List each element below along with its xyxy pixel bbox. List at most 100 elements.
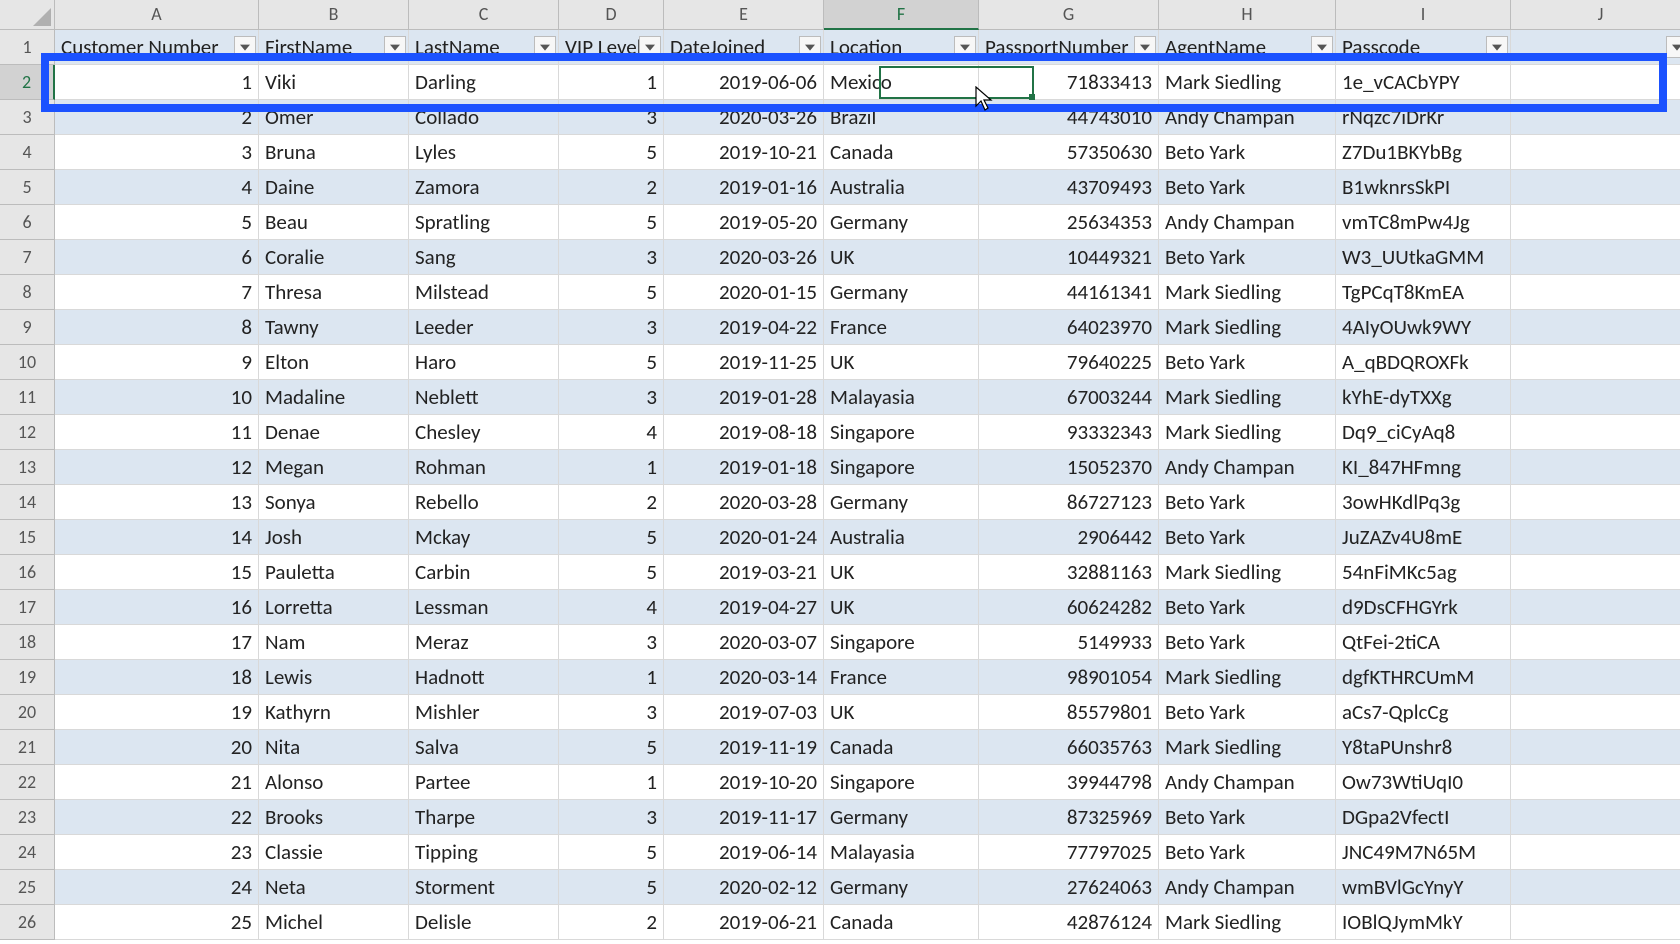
cell-I26[interactable]: IOBlQJymMkY [1336,905,1511,940]
row-header-3[interactable]: 3 [0,100,55,135]
cell-I18[interactable]: QtFei-2tiCA [1336,625,1511,660]
cell-C4[interactable]: Lyles [409,135,559,170]
cell-F5[interactable]: Australia [824,170,979,205]
column-header-E[interactable]: E [664,0,824,30]
cell-G21[interactable]: 66035763 [979,730,1159,765]
cell-B9[interactable]: Tawny [259,310,409,345]
cell-J3[interactable] [1511,100,1680,135]
cell-I2[interactable]: 1e_vCACbYPY [1336,65,1511,100]
cell-E11[interactable]: 2019-01-28 [664,380,824,415]
cell-F6[interactable]: Germany [824,205,979,240]
cell-D14[interactable]: 2 [559,485,664,520]
cell-B13[interactable]: Megan [259,450,409,485]
cell-A14[interactable]: 13 [55,485,259,520]
cell-D5[interactable]: 2 [559,170,664,205]
cell-B20[interactable]: Kathyrn [259,695,409,730]
cell-A25[interactable]: 24 [55,870,259,905]
row-header-13[interactable]: 13 [0,450,55,485]
column-header-H[interactable]: H [1159,0,1336,30]
cell-H24[interactable]: Beto Yark [1159,835,1336,870]
cell-H4[interactable]: Beto Yark [1159,135,1336,170]
header-cell-E[interactable]: DateJoined [664,30,824,65]
cell-A22[interactable]: 21 [55,765,259,800]
cell-I16[interactable]: 54nFiMKc5ag [1336,555,1511,590]
cell-D2[interactable]: 1 [559,65,664,100]
cell-H17[interactable]: Beto Yark [1159,590,1336,625]
header-cell-A[interactable]: Customer Number [55,30,259,65]
cell-B4[interactable]: Bruna [259,135,409,170]
cell-A23[interactable]: 22 [55,800,259,835]
cell-I8[interactable]: TgPCqT8KmEA [1336,275,1511,310]
cell-E9[interactable]: 2019-04-22 [664,310,824,345]
cell-B23[interactable]: Brooks [259,800,409,835]
cell-C22[interactable]: Partee [409,765,559,800]
cell-C3[interactable]: Collado [409,100,559,135]
cell-B12[interactable]: Denae [259,415,409,450]
cell-F12[interactable]: Singapore [824,415,979,450]
cell-G2[interactable]: 71833413 [979,65,1159,100]
cell-J24[interactable] [1511,835,1680,870]
cell-G8[interactable]: 44161341 [979,275,1159,310]
column-header-D[interactable]: D [559,0,664,30]
cell-I23[interactable]: DGpa2VfectI [1336,800,1511,835]
cell-F3[interactable]: Brazil [824,100,979,135]
cell-B26[interactable]: Michel [259,905,409,940]
cell-B8[interactable]: Thresa [259,275,409,310]
cell-I9[interactable]: 4AIyOUwk9WY [1336,310,1511,345]
cell-G4[interactable]: 57350630 [979,135,1159,170]
cell-D20[interactable]: 3 [559,695,664,730]
row-header-15[interactable]: 15 [0,520,55,555]
header-cell-I[interactable]: Passcode [1336,30,1511,65]
cell-C26[interactable]: Delisle [409,905,559,940]
cell-C8[interactable]: Milstead [409,275,559,310]
cell-B18[interactable]: Nam [259,625,409,660]
header-cell-J[interactable] [1511,30,1680,65]
cell-J4[interactable] [1511,135,1680,170]
cell-J23[interactable] [1511,800,1680,835]
cell-C24[interactable]: Tipping [409,835,559,870]
header-cell-G[interactable]: PassportNumber [979,30,1159,65]
cell-D18[interactable]: 3 [559,625,664,660]
cell-C9[interactable]: Leeder [409,310,559,345]
cell-G9[interactable]: 64023970 [979,310,1159,345]
cell-E13[interactable]: 2019-01-18 [664,450,824,485]
cell-J9[interactable] [1511,310,1680,345]
cell-G20[interactable]: 85579801 [979,695,1159,730]
cell-I10[interactable]: A_qBDQROXFk [1336,345,1511,380]
cell-C6[interactable]: Spratling [409,205,559,240]
cell-D3[interactable]: 3 [559,100,664,135]
cell-B6[interactable]: Beau [259,205,409,240]
cell-J22[interactable] [1511,765,1680,800]
header-cell-D[interactable]: VIP Level [559,30,664,65]
cell-A8[interactable]: 7 [55,275,259,310]
row-header-24[interactable]: 24 [0,835,55,870]
cell-G15[interactable]: 2906442 [979,520,1159,555]
row-header-25[interactable]: 25 [0,870,55,905]
row-header-6[interactable]: 6 [0,205,55,240]
cell-I12[interactable]: Dq9_ciCyAq8 [1336,415,1511,450]
filter-button-A[interactable] [234,36,256,58]
cell-B25[interactable]: Neta [259,870,409,905]
cell-D9[interactable]: 3 [559,310,664,345]
cell-E7[interactable]: 2020-03-26 [664,240,824,275]
cell-J16[interactable] [1511,555,1680,590]
row-header-22[interactable]: 22 [0,765,55,800]
cell-I5[interactable]: B1wknrsSkPI [1336,170,1511,205]
cell-H22[interactable]: Andy Champan [1159,765,1336,800]
cell-C12[interactable]: Chesley [409,415,559,450]
cell-C2[interactable]: Darling [409,65,559,100]
cell-I7[interactable]: W3_UUtkaGMM [1336,240,1511,275]
row-header-7[interactable]: 7 [0,240,55,275]
cell-D12[interactable]: 4 [559,415,664,450]
cell-D17[interactable]: 4 [559,590,664,625]
cell-E21[interactable]: 2019-11-19 [664,730,824,765]
cell-H20[interactable]: Beto Yark [1159,695,1336,730]
cell-C10[interactable]: Haro [409,345,559,380]
cell-A19[interactable]: 18 [55,660,259,695]
cell-B3[interactable]: Omer [259,100,409,135]
spreadsheet-grid[interactable]: ABCDEFGHIJ 12345678910111213141516171819… [0,0,1680,944]
cell-G12[interactable]: 93332343 [979,415,1159,450]
cell-E12[interactable]: 2019-08-18 [664,415,824,450]
cell-D25[interactable]: 5 [559,870,664,905]
row-header-16[interactable]: 16 [0,555,55,590]
